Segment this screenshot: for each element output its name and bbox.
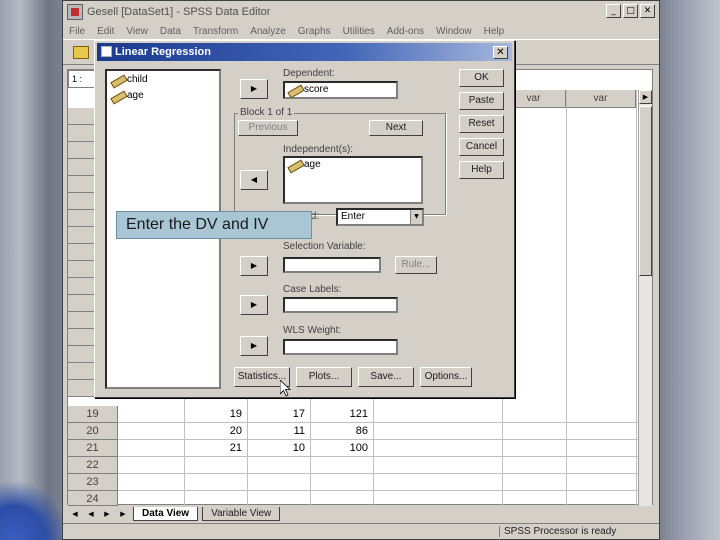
move-independent-button[interactable]: ◀ [240,170,268,190]
table-cell[interactable]: 17 [247,406,305,422]
menu-help[interactable]: Help [484,26,505,37]
tab-data-view[interactable]: Data View [133,507,199,521]
prev-tab-icon[interactable]: ◀ [85,508,97,520]
menu-add-ons[interactable]: Add-ons [387,26,424,37]
block-label: Block 1 of 1 [238,107,295,118]
open-folder-icon[interactable] [73,46,89,59]
menu-edit[interactable]: Edit [97,26,114,37]
list-item[interactable]: age [288,158,421,172]
rule-button[interactable]: Rule... [395,256,437,274]
scrollbar-thumb[interactable] [639,106,652,276]
row-header-20[interactable]: 20 [68,423,118,440]
scale-variable-icon [111,75,125,85]
menu-graphs[interactable]: Graphs [298,26,331,37]
maximize-button[interactable]: □ [623,4,638,18]
variable-name: child [127,74,148,85]
menu-analyze[interactable]: Analyze [250,26,286,37]
move-selection-button[interactable]: ▶ [240,256,268,276]
ok-button[interactable]: OK [459,69,504,87]
dialog-title-bar: Linear Regression ✕ [97,43,512,61]
selection-variable-field[interactable] [283,257,381,273]
plots-button[interactable]: Plots... [296,367,352,387]
table-cell[interactable]: 10 [247,440,305,456]
list-item[interactable]: age [111,90,144,101]
paste-button[interactable]: Paste [459,92,504,110]
table-cell[interactable]: 121 [310,406,368,422]
move-wls-button[interactable]: ▶ [240,336,268,356]
method-select[interactable]: Enter ▼ [336,208,424,226]
title-bar: Gesell [DataSet1] - SPSS Data Editor _ □… [63,1,659,23]
menu-utilities[interactable]: Utilities [343,26,375,37]
table-cell[interactable]: 21 [184,440,242,456]
scale-variable-icon [111,91,125,101]
save-button[interactable]: Save... [358,367,414,387]
dialog-close-button[interactable]: ✕ [493,46,508,59]
table-row [118,457,638,474]
menu-file[interactable]: File [69,26,85,37]
independent-list[interactable]: age [283,156,423,204]
row-header-24[interactable]: 24 [68,491,118,506]
first-tab-icon[interactable]: ◀ [69,508,81,520]
column-header-var[interactable]: var [566,90,636,108]
independent-value: age [304,159,321,170]
spss-app-icon [67,4,83,20]
cancel-button[interactable]: Cancel [459,138,504,156]
dialog-icon [101,46,112,57]
tab-variable-view[interactable]: Variable View [202,507,281,521]
menu-transform[interactable]: Transform [193,26,238,37]
table-cell[interactable]: 11 [247,423,305,439]
independent-label: Independent(s): [283,144,354,155]
row-header-19[interactable]: 19 [68,406,118,423]
chevron-down-icon[interactable]: ▼ [410,210,422,224]
table-cell[interactable]: 20 [184,423,242,439]
scale-variable-icon [288,160,302,170]
scroll-up-icon[interactable]: ▶ [639,90,652,104]
help-button[interactable]: Help [459,161,504,179]
window-title: Gesell [DataSet1] - SPSS Data Editor [87,6,271,18]
move-case-labels-button[interactable]: ▶ [240,295,268,315]
status-bar: SPSS Processor is ready [63,523,659,539]
slide-decoration [0,480,70,540]
menu-window[interactable]: Window [436,26,472,37]
table-cell[interactable]: 86 [310,423,368,439]
reset-button[interactable]: Reset [459,115,504,133]
table-cell[interactable]: 19 [184,406,242,422]
menu-view[interactable]: View [126,26,148,37]
close-button[interactable]: ✕ [640,4,655,18]
menu-bar: File Edit View Data Transform Analyze Gr… [63,23,659,39]
dialog-title: Linear Regression [115,46,211,58]
table-cell[interactable]: 100 [310,440,368,456]
row-header-23[interactable]: 23 [68,474,118,491]
method-value: Enter [341,211,365,222]
minimize-button[interactable]: _ [606,4,621,18]
row-header-22[interactable]: 22 [68,457,118,474]
row-header-21[interactable]: 21 [68,440,118,457]
next-tab-icon[interactable]: ▶ [101,508,113,520]
variable-name: age [127,90,144,101]
previous-button[interactable]: Previous [238,120,298,136]
options-button[interactable]: Options... [420,367,472,387]
case-labels-label: Case Labels: [283,284,342,295]
dependent-value: score [304,84,329,95]
move-dependent-button[interactable]: ▶ [240,79,268,99]
instruction-callout: Enter the DV and IV [116,211,312,239]
vertical-scrollbar[interactable]: ▶ [638,90,652,506]
wls-weight-field[interactable] [283,339,398,355]
dependent-field[interactable]: score [283,81,398,99]
mouse-pointer-icon [280,380,292,397]
next-button[interactable]: Next [369,120,423,136]
sheet-tabs: ◀ ◀ ▶ ▶ Data View Variable View [67,507,653,521]
last-tab-icon[interactable]: ▶ [117,508,129,520]
wls-weight-label: WLS Weight: [283,325,342,336]
table-row [118,474,638,491]
status-text: SPSS Processor is ready [499,526,616,537]
selection-variable-label: Selection Variable: [283,241,366,252]
dependent-label: Dependent: [283,68,335,79]
list-item[interactable]: child [111,74,148,85]
case-labels-field[interactable] [283,297,398,313]
scale-variable-icon [288,85,302,95]
menu-data[interactable]: Data [160,26,181,37]
slide-background-right [660,0,720,540]
